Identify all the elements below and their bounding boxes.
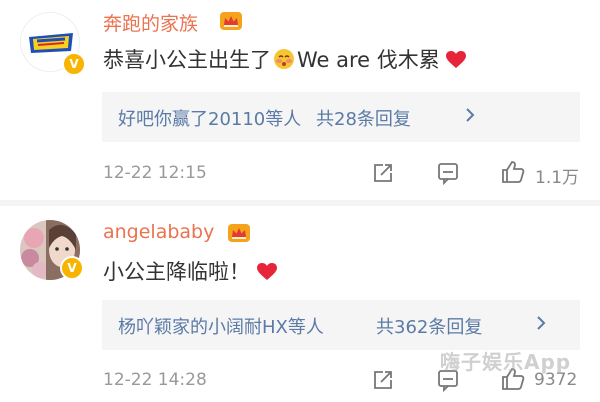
heart-icon: [446, 51, 467, 68]
comment-item: V 奔跑的家族 恭喜小公主出生了 We are 伐木累 好吧你赢了20110等人…: [0, 0, 600, 200]
reply-users: 杨吖颖家的小阔耐HX等人: [118, 317, 324, 338]
timestamp: 12-22 12:15: [103, 163, 207, 183]
like-icon[interactable]: [500, 159, 526, 185]
reply-users: 好吧你赢了20110等人: [118, 109, 302, 130]
user-name[interactable]: angelababy: [103, 221, 214, 243]
verified-badge-icon: V: [62, 52, 86, 76]
chevron-right-icon: [537, 316, 546, 330]
comment-icon[interactable]: [436, 161, 460, 185]
share-icon[interactable]: [371, 368, 395, 392]
comment-text: 恭喜小公主出生了 We are 伐木累: [103, 44, 467, 74]
share-icon[interactable]: [371, 161, 395, 185]
replies-summary[interactable]: 杨吖颖家的小阔耐HX等人 共362条回复: [102, 300, 580, 350]
like-count: 1.1万: [535, 168, 580, 188]
user-name[interactable]: 奔跑的家族: [103, 9, 198, 36]
reply-count: 共362条回复: [376, 317, 483, 338]
vip-crown-icon: [220, 12, 242, 30]
watermark: 嗨子娱乐App: [440, 350, 572, 374]
blush-emoji-icon: [274, 49, 294, 69]
reply-count: 共28条回复: [316, 109, 411, 130]
heart-icon: [256, 263, 277, 280]
comment-text-part: 小公主降临啦！: [103, 260, 250, 284]
verified-badge-icon: V: [60, 256, 84, 280]
replies-summary[interactable]: 好吧你赢了20110等人 共28条回复: [102, 92, 580, 142]
comment-text-part: We are 伐木累: [297, 48, 440, 72]
vip-crown-icon: [228, 224, 250, 242]
comment-text: 小公主降临啦！: [103, 256, 277, 286]
timestamp: 12-22 14:28: [103, 370, 207, 390]
comment-text-part: 恭喜小公主出生了: [103, 48, 271, 72]
chevron-right-icon: [466, 108, 475, 122]
